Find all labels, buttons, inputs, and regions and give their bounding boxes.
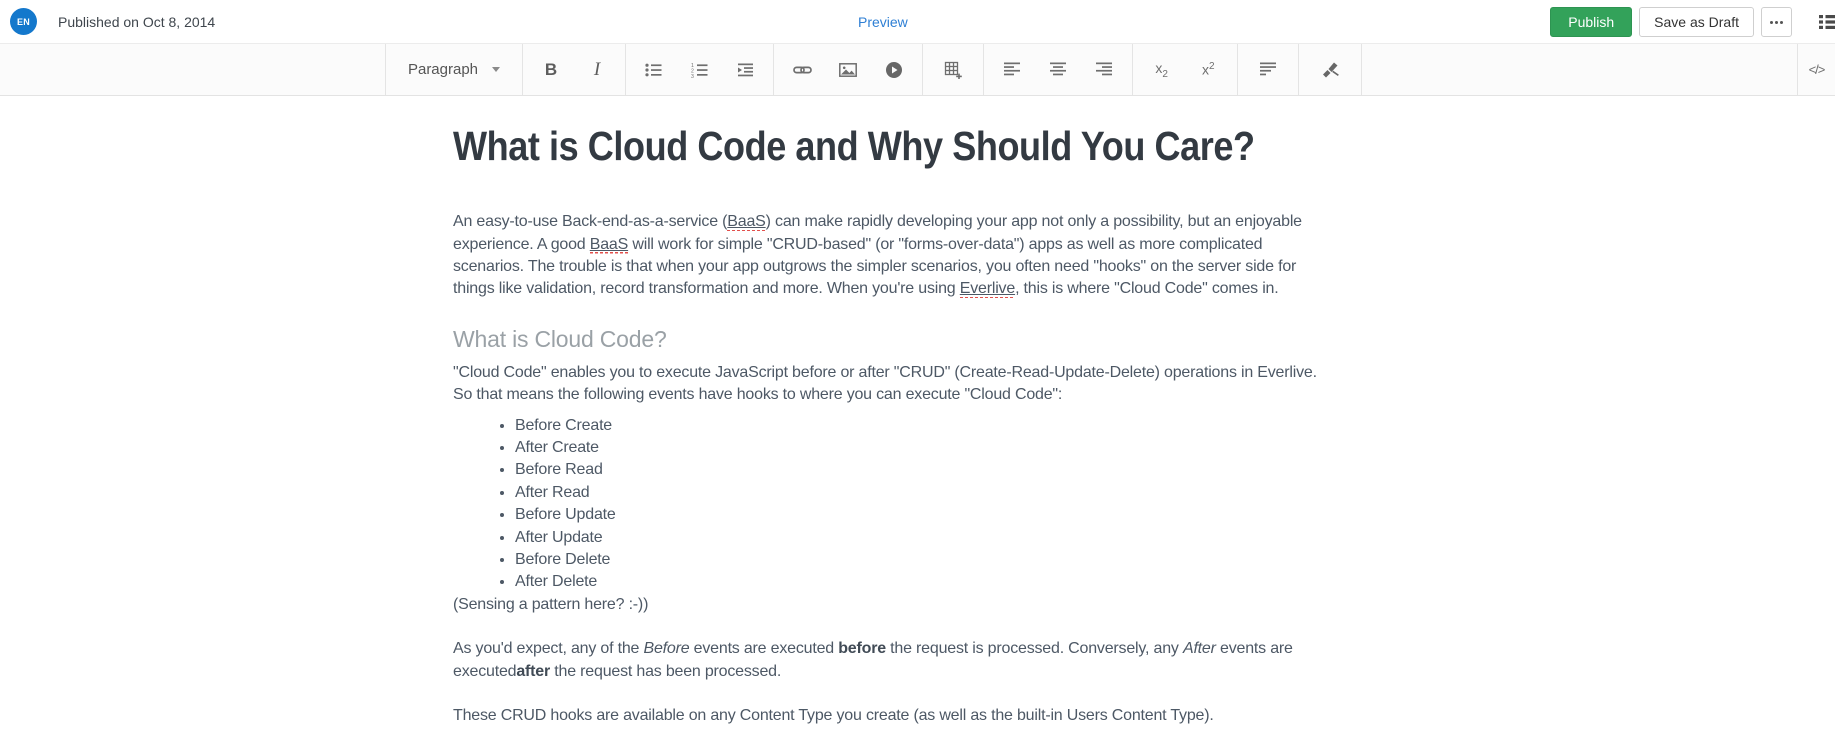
image-button[interactable] bbox=[830, 53, 866, 87]
italic-icon: I bbox=[594, 59, 600, 81]
text-run: An easy-to-use Back-end-as-a-service ( bbox=[453, 213, 727, 230]
save-as-draft-button[interactable]: Save as Draft bbox=[1639, 7, 1754, 37]
list-item: Before Delete bbox=[515, 549, 1331, 571]
list-item: After Create bbox=[515, 437, 1331, 459]
code-view-icon: </> bbox=[1809, 62, 1825, 77]
superscript-icon: x2 bbox=[1202, 61, 1215, 78]
italic-button[interactable]: I bbox=[579, 53, 615, 87]
text-run: , this is where "Cloud Code" comes in. bbox=[1015, 280, 1278, 297]
more-options-button[interactable] bbox=[1761, 7, 1792, 37]
svg-text:3: 3 bbox=[691, 74, 694, 78]
align-right-button[interactable] bbox=[1086, 53, 1122, 87]
insert-table-icon bbox=[944, 61, 962, 79]
bullet-list-icon bbox=[645, 62, 662, 78]
list-item: Before Create bbox=[515, 415, 1331, 437]
align-justify-button[interactable] bbox=[1250, 53, 1286, 87]
crud-paragraph: These CRUD hooks are available on any Co… bbox=[453, 705, 1331, 727]
text-run: before bbox=[838, 640, 886, 657]
hyperlink-button[interactable] bbox=[784, 53, 820, 87]
paragraph-style-label: Paragraph bbox=[408, 61, 478, 78]
inline-link[interactable]: Everlive bbox=[960, 280, 1015, 298]
subscript-button[interactable]: x2 bbox=[1144, 53, 1180, 87]
code-view-button[interactable]: </> bbox=[1799, 53, 1835, 87]
indent-button[interactable] bbox=[727, 53, 763, 87]
inline-link[interactable]: BaaS bbox=[590, 236, 628, 254]
article-body: What is Cloud Code and Why Should You Ca… bbox=[453, 123, 1331, 727]
section-heading: What is Cloud Code? bbox=[453, 323, 1331, 355]
text-run: As you'd expect, any of the bbox=[453, 640, 643, 657]
list-item: After Delete bbox=[515, 571, 1331, 593]
topbar-left: EN Published on Oct 8, 2014 bbox=[0, 8, 215, 35]
topbar-actions: Publish Save as Draft bbox=[1550, 0, 1835, 44]
topbar: EN Published on Oct 8, 2014 Preview Publ… bbox=[0, 0, 1835, 44]
align-left-button[interactable] bbox=[994, 53, 1030, 87]
list-item: After Update bbox=[515, 527, 1331, 549]
numbered-list-icon: 1 2 3 bbox=[691, 62, 708, 78]
paragraph-style-dropdown[interactable]: Paragraph bbox=[408, 61, 500, 78]
list-item: Before Read bbox=[515, 459, 1331, 481]
chevron-down-icon bbox=[492, 67, 500, 72]
text-run: "Cloud Code" enables you to execute Java… bbox=[453, 364, 1317, 403]
intro-paragraph: An easy-to-use Back-end-as-a-service (Ba… bbox=[453, 211, 1331, 301]
published-status: Published on Oct 8, 2014 bbox=[58, 14, 215, 30]
pattern-note: (Sensing a pattern here? :-)) bbox=[453, 594, 1331, 616]
text-run: the request has been processed. bbox=[550, 663, 781, 680]
insert-table-button[interactable] bbox=[935, 53, 971, 87]
list-item: After Read bbox=[515, 482, 1331, 504]
bullet-list-button[interactable] bbox=[636, 53, 672, 87]
text-run: events are executed bbox=[689, 640, 838, 657]
ellipsis-icon bbox=[1770, 21, 1773, 24]
text-run: Before bbox=[643, 640, 689, 657]
bold-icon: B bbox=[545, 60, 557, 80]
bold-button[interactable]: B bbox=[533, 53, 569, 87]
subscript-icon: x2 bbox=[1155, 60, 1168, 80]
clear-formatting-button[interactable] bbox=[1312, 53, 1348, 87]
superscript-button[interactable]: x2 bbox=[1190, 53, 1226, 87]
editor-toolbar: Paragraph B I 1 2 3 bbox=[0, 44, 1835, 96]
video-button[interactable] bbox=[876, 53, 912, 87]
align-center-icon bbox=[1050, 62, 1067, 77]
video-icon bbox=[885, 61, 903, 79]
section-intro-paragraph: "Cloud Code" enables you to execute Java… bbox=[453, 362, 1331, 407]
publish-button[interactable]: Publish bbox=[1550, 7, 1632, 37]
indent-icon bbox=[737, 62, 754, 78]
preview-link[interactable]: Preview bbox=[858, 0, 908, 44]
before-after-paragraph: As you'd expect, any of the Before event… bbox=[453, 638, 1331, 683]
align-right-icon bbox=[1096, 62, 1113, 77]
language-badge[interactable]: EN bbox=[10, 8, 37, 35]
toolbar-spacer bbox=[1362, 44, 1797, 95]
inline-link[interactable]: BaaS bbox=[727, 213, 765, 231]
list-item: Before Update bbox=[515, 504, 1331, 526]
align-justify-icon bbox=[1260, 62, 1277, 77]
hooks-list: Before CreateAfter CreateBefore ReadAfte… bbox=[453, 415, 1331, 594]
image-icon bbox=[839, 63, 857, 77]
list-view-icon[interactable] bbox=[1819, 15, 1835, 29]
clear-formatting-icon bbox=[1321, 61, 1339, 79]
text-run: After bbox=[1183, 640, 1216, 657]
editor-canvas[interactable]: What is Cloud Code and Why Should You Ca… bbox=[0, 96, 1835, 727]
article-title: What is Cloud Code and Why Should You Ca… bbox=[453, 123, 1226, 170]
align-left-icon bbox=[1004, 62, 1021, 77]
text-run: after bbox=[516, 663, 550, 680]
hyperlink-icon bbox=[793, 64, 812, 76]
align-center-button[interactable] bbox=[1040, 53, 1076, 87]
text-run: the request is processed. Conversely, an… bbox=[886, 640, 1183, 657]
numbered-list-button[interactable]: 1 2 3 bbox=[682, 53, 718, 87]
